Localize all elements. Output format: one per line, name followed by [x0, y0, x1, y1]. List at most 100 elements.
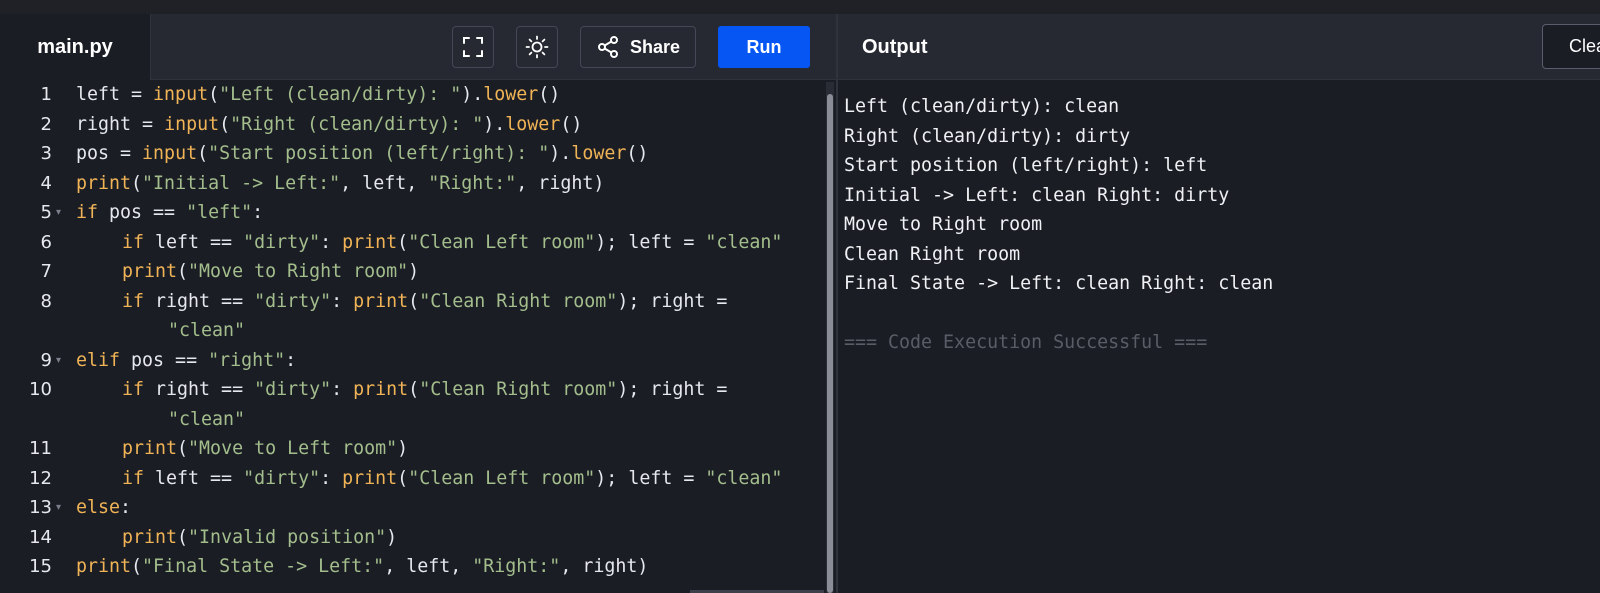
code-text: if pos == "left": — [76, 198, 263, 228]
code-line[interactable]: 14 print("Invalid position") — [0, 523, 826, 553]
code-token: () — [538, 84, 561, 105]
code-token: "Clean Right room" — [419, 379, 618, 400]
code-line[interactable]: 6 if left == "dirty": print("Clean Left r… — [0, 228, 826, 258]
clear-button[interactable]: Clear — [1542, 24, 1600, 69]
line-number: 9 — [40, 349, 52, 371]
code-text: pos = input("Start position (left/right)… — [76, 139, 648, 169]
code-line[interactable]: 10 if right == "dirty": print("Clean Righ… — [0, 375, 826, 405]
code-token: lower — [483, 84, 539, 105]
line-number: 1 — [40, 84, 52, 105]
editor-panel: main.py Share Run 1 left = input("Left (… — [0, 14, 836, 593]
code-token: pos == — [98, 202, 187, 223]
code-token: "dirty" — [243, 231, 321, 253]
output-line: Clean Right room — [844, 243, 1021, 265]
code-token: print — [122, 261, 178, 282]
code-token: ( — [408, 290, 420, 312]
code-line[interactable]: 2 right = input("Right (clean/dirty): ").… — [0, 110, 826, 140]
code-token: left = — [76, 84, 154, 105]
code-line[interactable]: 8 if right == "dirty": print("Clean Right… — [0, 287, 826, 317]
code-token: ( — [197, 143, 209, 164]
code-token: "Move to Right room" — [188, 261, 409, 282]
code-token: ( — [131, 172, 143, 194]
fold-toggle-icon[interactable]: ▾ — [56, 198, 61, 228]
code-token: ); right = — [617, 290, 728, 312]
output-line: Start position (left/right): left — [844, 155, 1208, 176]
code-token: if — [122, 467, 145, 489]
code-line[interactable]: 1 left = input("Left (clean/dirty): ").lo… — [0, 80, 826, 110]
line-number: 3 — [40, 143, 52, 164]
code-line[interactable]: 4 print("Initial -> Left:", left, "Right:… — [0, 169, 826, 199]
line-number: 8 — [40, 290, 52, 312]
line-number: 2 — [40, 113, 52, 135]
code-text: else: — [76, 493, 131, 523]
theme-toggle-button[interactable] — [516, 26, 558, 68]
code-token: "clean" — [705, 467, 783, 489]
code-token: "clean" — [705, 231, 783, 253]
code-token: left == — [144, 467, 244, 489]
code-line[interactable]: 5 ▾ if pos == "left": — [0, 198, 826, 228]
code-token: lower — [571, 143, 627, 164]
output-line: Left (clean/dirty): clean — [844, 96, 1120, 117]
code-text: print("Final State -> Left:", left, "Rig… — [76, 552, 648, 582]
code-text: "clean" — [168, 316, 245, 346]
code-token: ); left = — [595, 467, 706, 489]
code-token: print — [342, 231, 398, 253]
line-number: 11 — [29, 438, 52, 459]
fold-toggle-icon[interactable]: ▾ — [56, 493, 61, 523]
code-line[interactable]: 3 pos = input("Start position (left/right… — [0, 139, 826, 169]
code-line[interactable]: 7 print("Move to Right room") — [0, 257, 826, 287]
share-button[interactable]: Share — [580, 26, 696, 68]
code-token: ); right = — [617, 379, 728, 400]
code-editor[interactable]: 1 left = input("Left (clean/dirty): ").lo… — [0, 80, 826, 593]
line-number: 12 — [29, 467, 52, 489]
code-line[interactable]: 13 ▾ else: — [0, 493, 826, 523]
output-line: Right (clean/dirty): dirty — [844, 125, 1131, 147]
code-token: ) — [386, 526, 398, 548]
fold-toggle-icon[interactable]: ▾ — [56, 346, 61, 376]
code-token: ( — [177, 526, 189, 548]
code-line[interactable]: 11 print("Move to Left room") — [0, 434, 826, 464]
line-number: 14 — [29, 526, 52, 548]
code-line[interactable]: "clean" — [0, 316, 826, 346]
code-token: : — [252, 202, 264, 223]
code-token: "Initial -> Left:" — [142, 172, 341, 194]
line-number: 6 — [40, 231, 52, 253]
code-line[interactable]: 12 if left == "dirty": print("Clean Left … — [0, 464, 826, 494]
code-token: print — [353, 290, 409, 312]
code-token: "Clean Left room" — [408, 231, 596, 253]
line-number: 5 — [40, 202, 52, 223]
file-tab-main-py[interactable]: main.py — [0, 14, 151, 80]
code-token: ( — [208, 84, 220, 105]
code-text: if right == "dirty": print("Clean Right … — [122, 287, 727, 317]
code-token: ( — [397, 467, 409, 489]
code-token: : — [331, 379, 354, 400]
code-token: , left, — [384, 556, 473, 577]
fullscreen-button[interactable] — [452, 26, 494, 68]
code-text: if left == "dirty": print("Clean Left ro… — [122, 228, 782, 258]
code-text: "clean" — [168, 405, 245, 435]
code-token: "Right:" — [428, 172, 517, 194]
code-token: input — [164, 113, 220, 135]
line-number: 4 — [40, 172, 52, 194]
line-number: 13 — [29, 497, 52, 518]
output-line: Initial -> Left: clean Right: dirty — [844, 184, 1230, 206]
code-token: "clean" — [168, 320, 246, 341]
code-token: ). — [549, 143, 572, 164]
code-token: "right" — [208, 349, 286, 371]
code-text: print("Invalid position") — [122, 523, 397, 553]
code-token: "Move to Left room" — [188, 438, 398, 459]
window-top-strip — [0, 0, 1600, 14]
code-token: "Invalid position" — [188, 526, 387, 548]
code-token: print — [122, 438, 178, 459]
code-token: pos == — [120, 349, 209, 371]
code-token: lower — [505, 113, 561, 135]
run-button[interactable]: Run — [718, 26, 810, 68]
editor-scrollbar-thumb[interactable] — [827, 94, 833, 593]
code-token: , right) — [560, 556, 649, 577]
code-line[interactable]: 15 print("Final State -> Left:", left, "R… — [0, 552, 826, 582]
code-line[interactable]: 9 ▾ elif pos == "right": — [0, 346, 826, 376]
code-token: right == — [144, 290, 255, 312]
code-text: right = input("Right (clean/dirty): ").l… — [76, 110, 582, 140]
code-token: "dirty" — [243, 467, 321, 489]
code-line[interactable]: "clean" — [0, 405, 826, 435]
